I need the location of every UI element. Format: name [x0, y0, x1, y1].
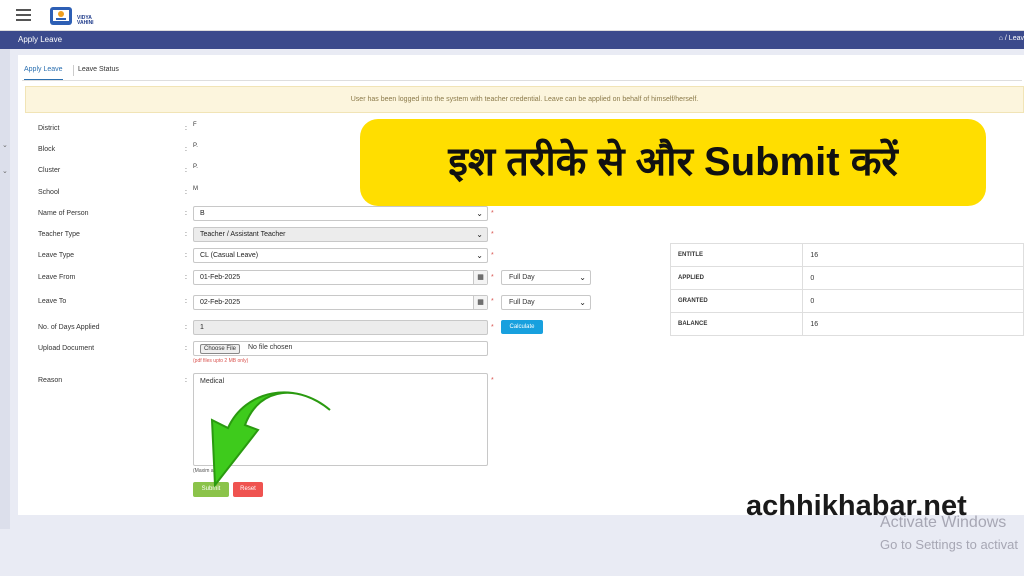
required-mark: * — [491, 210, 494, 217]
colon: : — [185, 377, 187, 384]
required-mark: * — [491, 298, 494, 305]
upload-document-input[interactable]: Choose File No file chosen — [193, 341, 488, 356]
colon: : — [185, 146, 187, 153]
activate-windows-subtitle: Go to Settings to activat — [880, 537, 1019, 552]
leave-type-select[interactable]: CL (Casual Leave) ⌄ — [193, 248, 488, 263]
colon: : — [185, 345, 187, 352]
colon: : — [185, 324, 187, 331]
colon: : — [185, 252, 187, 259]
leave-to-label: Leave To — [38, 298, 67, 305]
menu-icon[interactable] — [16, 9, 31, 21]
required-mark: * — [491, 274, 494, 281]
cluster-label: Cluster — [38, 167, 61, 174]
chevron-down-icon: ⌄ — [476, 209, 483, 218]
home-icon[interactable]: ⌂ — [999, 35, 1003, 42]
balance-value: 0 — [802, 266, 1024, 290]
colon: : — [185, 125, 187, 132]
table-row: ENTITLE 16 — [669, 243, 1024, 267]
name-of-person-label: Name of Person — [38, 210, 89, 217]
balance-value: 0 — [802, 289, 1024, 313]
leave-type-label: Leave Type — [38, 252, 75, 259]
district-value: F — [193, 122, 197, 128]
balance-value: 16 — [802, 243, 1024, 267]
colon: : — [185, 274, 187, 281]
upload-hint: (pdf files upto 2 MB only) — [193, 358, 249, 364]
colon: : — [185, 167, 187, 174]
activate-windows-title: Activate Windows — [880, 514, 1007, 531]
tab-apply-leave[interactable]: Apply Leave — [24, 66, 63, 80]
sidebar-collapsed: ⌄ ⌄ — [0, 49, 10, 529]
tab-divider — [73, 65, 74, 76]
calendar-icon[interactable]: ▦ — [473, 271, 487, 284]
upload-document-label: Upload Document — [38, 345, 95, 352]
balance-key: APPLIED — [669, 266, 804, 290]
calendar-icon[interactable]: ▦ — [473, 296, 487, 309]
info-notice: User has been logged into the system wit… — [25, 86, 1024, 113]
school-label: School — [38, 189, 60, 196]
days-applied-label: No. of Days Applied — [38, 324, 100, 331]
leave-from-day-type-select[interactable]: Full Day ⌄ — [501, 270, 591, 285]
logo-emblem-icon — [50, 7, 72, 25]
table-row: GRANTED 0 — [669, 289, 1024, 313]
chevron-down-icon: ⌄ — [579, 298, 586, 307]
vidya-vahini-logo[interactable]: VIDYA VAHINI — [47, 3, 105, 29]
chevron-down-icon: ⌄ — [579, 273, 586, 282]
leave-to-date-input[interactable]: 02-Feb-2025 ▦ — [193, 295, 488, 310]
block-value: P. — [193, 143, 198, 149]
name-of-person-select[interactable]: B ⌄ — [193, 206, 488, 221]
page-title-bar: Apply Leave ⌂ / Leav — [0, 31, 1024, 49]
reason-label: Reason — [38, 377, 63, 384]
cluster-value: P. — [193, 164, 198, 170]
instruction-banner: इश तरीके से और Submit करें — [360, 119, 986, 206]
required-mark: * — [491, 377, 494, 384]
green-arrow-icon — [210, 391, 331, 488]
block-label: Block — [38, 146, 56, 153]
colon: : — [185, 210, 187, 217]
balance-key: BALANCE — [669, 312, 804, 336]
chevron-down-icon[interactable]: ⌄ — [2, 167, 8, 175]
table-row: BALANCE 16 — [669, 312, 1024, 336]
required-mark: * — [491, 231, 494, 238]
chevron-down-icon[interactable]: ⌄ — [2, 141, 8, 149]
teacher-type-select[interactable]: Teacher / Assistant Teacher ⌄ — [193, 227, 488, 242]
colon: : — [185, 298, 187, 305]
table-row: APPLIED 0 — [669, 266, 1024, 290]
chevron-down-icon: ⌄ — [476, 230, 483, 239]
logo-text: VIDYA VAHINI — [77, 15, 94, 26]
top-bar: VIDYA VAHINI — [0, 0, 1024, 31]
tab-bar: Apply Leave Leave Status — [22, 59, 1022, 81]
file-status: No file chosen — [248, 344, 293, 351]
leave-from-date-input[interactable]: 01-Feb-2025 ▦ — [193, 270, 488, 285]
days-applied-input: 1 — [193, 320, 488, 335]
balance-key: GRANTED — [669, 289, 804, 313]
chevron-down-icon: ⌄ — [476, 251, 483, 260]
leave-balance-table: ENTITLE 16 APPLIED 0 GRANTED 0 BALANCE 16 — [669, 243, 1024, 336]
district-label: District — [38, 125, 60, 132]
calculate-button[interactable]: Calculate — [501, 320, 543, 334]
leave-from-label: Leave From — [38, 274, 76, 281]
breadcrumb[interactable]: ⌂ / Leav — [999, 35, 1024, 42]
page-title: Apply Leave — [18, 35, 63, 44]
school-value: M — [193, 186, 198, 192]
balance-value: 16 — [802, 312, 1024, 336]
teacher-type-label: Teacher Type — [38, 231, 80, 238]
required-mark: * — [491, 324, 494, 331]
tab-leave-status[interactable]: Leave Status — [78, 66, 119, 73]
required-mark: * — [491, 252, 494, 259]
colon: : — [185, 189, 187, 196]
balance-key: ENTITLE — [669, 243, 804, 267]
colon: : — [185, 231, 187, 238]
leave-to-day-type-select[interactable]: Full Day ⌄ — [501, 295, 591, 310]
choose-file-button[interactable]: Choose File — [200, 344, 241, 354]
